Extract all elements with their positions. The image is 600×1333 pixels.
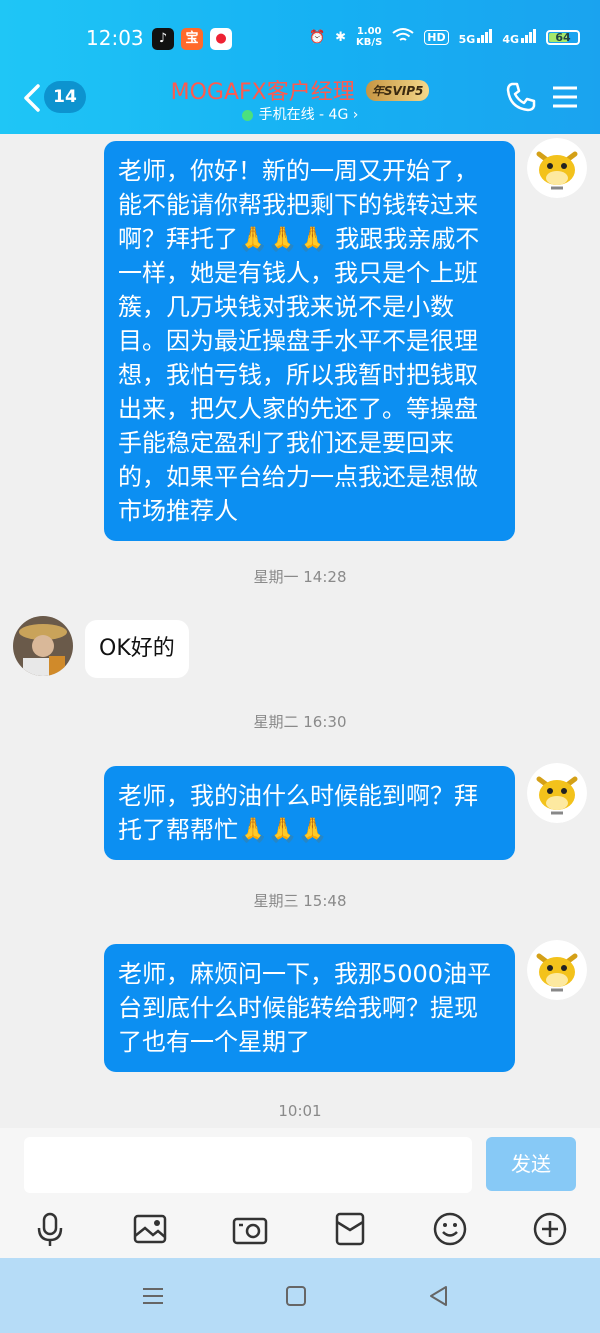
home-icon	[286, 1286, 306, 1306]
app-icon: 宝	[181, 28, 203, 50]
more-button[interactable]	[531, 1210, 569, 1248]
timestamp: 星期三 15:48	[253, 892, 347, 910]
signal-sim2: 4G	[502, 28, 536, 46]
timestamp: 星期一 14:28	[253, 568, 347, 586]
nav-menu-button[interactable]	[139, 1282, 167, 1310]
message-bubble-sent[interactable]: 老师，麻烦问一下，我那5000油平台到底什么时候能转给我啊？提现了也有一个星期了	[104, 944, 515, 1072]
cow-avatar-icon	[527, 940, 587, 1000]
hamburger-icon	[553, 86, 577, 108]
mic-icon	[37, 1212, 63, 1246]
plus-icon	[533, 1212, 567, 1246]
my-avatar[interactable]	[527, 940, 587, 1000]
my-avatar[interactable]	[527, 138, 587, 198]
input-bar: 发送	[0, 1128, 600, 1200]
chat-title: MOGAFX客户经理	[170, 80, 355, 105]
image-button[interactable]	[131, 1210, 169, 1248]
alarm-icon: ⏰	[308, 29, 326, 45]
message-bubble-received[interactable]: OK好的	[85, 620, 189, 678]
status-time: 12:03	[86, 26, 144, 50]
call-button[interactable]	[504, 80, 538, 114]
cow-avatar-icon	[527, 138, 587, 198]
message-bubble-sent[interactable]: 老师，我的油什么时候能到啊？拜托了帮帮忙🙏🙏🙏	[104, 766, 515, 860]
timestamp: 10:01	[278, 1102, 322, 1120]
nav-back-button[interactable]	[425, 1282, 453, 1310]
cow-avatar-icon	[527, 763, 587, 823]
emoji-button[interactable]	[431, 1210, 469, 1248]
net-speed: 1.00 KB/S	[356, 26, 383, 48]
input-toolbar	[0, 1200, 600, 1258]
system-nav-bar	[0, 1258, 600, 1333]
map-icon: ●	[210, 28, 232, 50]
back-icon	[430, 1286, 447, 1306]
wifi-icon	[392, 27, 414, 47]
signal-sim1: 5G	[459, 28, 493, 46]
status-right: ⏰ ✱ 1.00 KB/S HD 5G 4G 64	[309, 26, 580, 48]
nav-home-button[interactable]	[282, 1282, 310, 1310]
person-avatar-icon	[13, 616, 73, 676]
timestamp: 星期二 16:30	[253, 713, 347, 731]
bluetooth-icon: ✱	[335, 29, 347, 45]
contact-avatar[interactable]	[13, 616, 73, 676]
chat-header: 12:03 ♪ 宝 ● ⏰ ✱ 1.00 KB/S HD 5G 4G 64 14 …	[0, 0, 600, 134]
my-avatar[interactable]	[527, 763, 587, 823]
red-packet-button[interactable]	[331, 1210, 369, 1248]
online-dot-icon	[241, 109, 253, 121]
voice-button[interactable]	[31, 1210, 69, 1248]
message-input[interactable]	[24, 1137, 472, 1193]
phone-icon	[506, 82, 536, 112]
send-button[interactable]: 发送	[486, 1137, 576, 1191]
menu-icon	[143, 1288, 163, 1304]
message-bubble-sent[interactable]: 老师，你好！新的一周又开始了，能不能请你帮我把剩下的钱转过来啊？拜托了🙏🙏🙏 我…	[104, 141, 515, 541]
emoji-icon	[433, 1212, 467, 1246]
battery-icon: 64	[546, 29, 580, 45]
camera-button[interactable]	[231, 1210, 269, 1248]
menu-button[interactable]	[548, 80, 582, 114]
status-bar: 12:03 ♪ 宝 ● ⏰ ✱ 1.00 KB/S HD 5G 4G 64	[0, 22, 600, 56]
image-icon	[133, 1214, 167, 1244]
svip-badge: 年SVIP5	[365, 79, 430, 101]
tiktok-icon: ♪	[152, 28, 174, 50]
hd-badge: HD	[424, 29, 449, 45]
red-packet-icon	[335, 1212, 365, 1246]
camera-icon	[232, 1217, 268, 1245]
